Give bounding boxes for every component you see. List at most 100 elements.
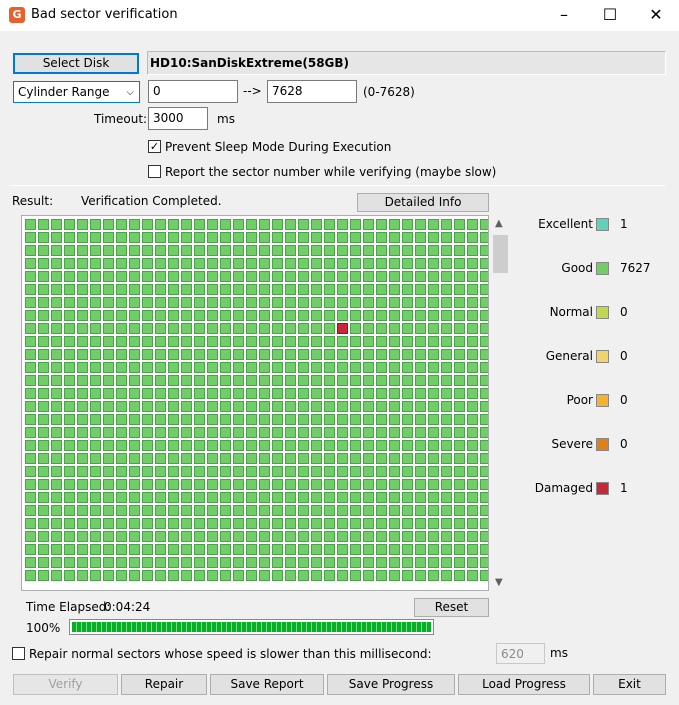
repair-threshold-input[interactable]: 620: [496, 643, 545, 664]
sector-cell: [415, 362, 426, 373]
sector-cell: [116, 284, 127, 295]
scroll-up-icon[interactable]: ▲: [495, 218, 503, 229]
save-progress-button[interactable]: Save Progress: [327, 674, 455, 695]
sector-cell: [441, 414, 452, 425]
sector-cell: [103, 323, 114, 334]
sector-cell: [259, 219, 270, 230]
sector-cell: [454, 232, 465, 243]
range-start-input[interactable]: 0: [148, 80, 238, 103]
load-progress-button[interactable]: Load Progress: [458, 674, 590, 695]
sector-cell: [441, 375, 452, 386]
sector-cell: [298, 570, 309, 581]
sector-cell: [415, 414, 426, 425]
sector-cell: [480, 557, 488, 568]
sector-cell: [38, 427, 49, 438]
sector-cell: [454, 466, 465, 477]
scrollbar-thumb[interactable]: [493, 235, 508, 273]
sector-cell: [181, 258, 192, 269]
sector-cell: [38, 271, 49, 282]
sector-cell: [324, 219, 335, 230]
sector-cell: [272, 245, 283, 256]
sector-cell: [402, 310, 413, 321]
exit-button[interactable]: Exit: [593, 674, 666, 695]
timeout-input[interactable]: 3000: [148, 107, 208, 130]
sector-cell: [311, 219, 322, 230]
sector-cell: [402, 544, 413, 555]
range-end-input[interactable]: 7628: [267, 80, 357, 103]
save-report-button[interactable]: Save Report: [210, 674, 324, 695]
sector-cell: [233, 284, 244, 295]
sector-cell: [246, 219, 257, 230]
sector-cell: [116, 401, 127, 412]
sector-cell: [38, 505, 49, 516]
sector-cell: [181, 544, 192, 555]
detailed-info-button[interactable]: Detailed Info: [357, 193, 489, 212]
sector-cell: [51, 323, 62, 334]
sector-cell: [376, 492, 387, 503]
select-disk-button[interactable]: Select Disk: [13, 53, 139, 74]
sector-cell: [298, 245, 309, 256]
range-mode-select[interactable]: Cylinder Range ⌵: [13, 81, 140, 103]
sector-cell: [181, 557, 192, 568]
sector-cell: [142, 570, 153, 581]
scroll-down-icon[interactable]: ▼: [495, 577, 503, 588]
sector-cell: [168, 544, 179, 555]
sector-cell: [428, 518, 439, 529]
sector-cell: [272, 271, 283, 282]
sector-cell: [25, 310, 36, 321]
sector-cell: [389, 401, 400, 412]
sector-cell: [90, 518, 101, 529]
sector-cell: [246, 440, 257, 451]
sector-cell: [77, 271, 88, 282]
sector-cell: [25, 362, 36, 373]
sector-cell: [220, 375, 231, 386]
sector-cell: [337, 271, 348, 282]
sector-cell: [480, 323, 488, 334]
repair-button[interactable]: Repair: [121, 674, 207, 695]
sector-cell: [51, 414, 62, 425]
sector-cell: [233, 505, 244, 516]
sector-cell: [51, 310, 62, 321]
sector-cell: [376, 258, 387, 269]
sector-cell: [181, 323, 192, 334]
sector-cell: [129, 271, 140, 282]
repair-slow-checkbox[interactable]: [12, 647, 25, 660]
sector-cell: [363, 336, 374, 347]
legend-count-normal: 0: [620, 305, 628, 319]
reset-button[interactable]: Reset: [414, 598, 489, 617]
sector-cell: [194, 440, 205, 451]
sector-cell: [142, 557, 153, 568]
sector-cell: [480, 466, 488, 477]
sector-cell: [181, 245, 192, 256]
sector-cell: [363, 245, 374, 256]
legend-count-damaged: 1: [620, 481, 628, 495]
sector-cell: [51, 453, 62, 464]
sector-cell: [259, 310, 270, 321]
maximize-button[interactable]: ☐: [587, 0, 633, 31]
sector-cell: [467, 297, 478, 308]
sector-cell: [467, 531, 478, 542]
verify-button[interactable]: Verify: [13, 674, 118, 695]
report-sector-checkbox[interactable]: [148, 165, 161, 178]
sector-cell: [272, 284, 283, 295]
legend-swatch-good: [596, 262, 609, 275]
sector-cell: [376, 284, 387, 295]
prevent-sleep-checkbox[interactable]: ✓: [148, 140, 161, 153]
sector-cell: [38, 518, 49, 529]
minimize-button[interactable]: –: [541, 0, 587, 31]
sector-cell: [194, 492, 205, 503]
sector-cell: [90, 453, 101, 464]
sector-cell: [181, 570, 192, 581]
sector-cell: [311, 492, 322, 503]
sector-cell: [350, 349, 361, 360]
sector-cell: [207, 245, 218, 256]
sector-cell: [246, 479, 257, 490]
sector-cell: [220, 518, 231, 529]
sector-cell: [129, 466, 140, 477]
sector-cell: [389, 518, 400, 529]
sector-cell: [207, 544, 218, 555]
close-button[interactable]: ✕: [633, 0, 679, 31]
sector-cell: [298, 466, 309, 477]
sector-cell: [350, 284, 361, 295]
sector-cell: [142, 453, 153, 464]
